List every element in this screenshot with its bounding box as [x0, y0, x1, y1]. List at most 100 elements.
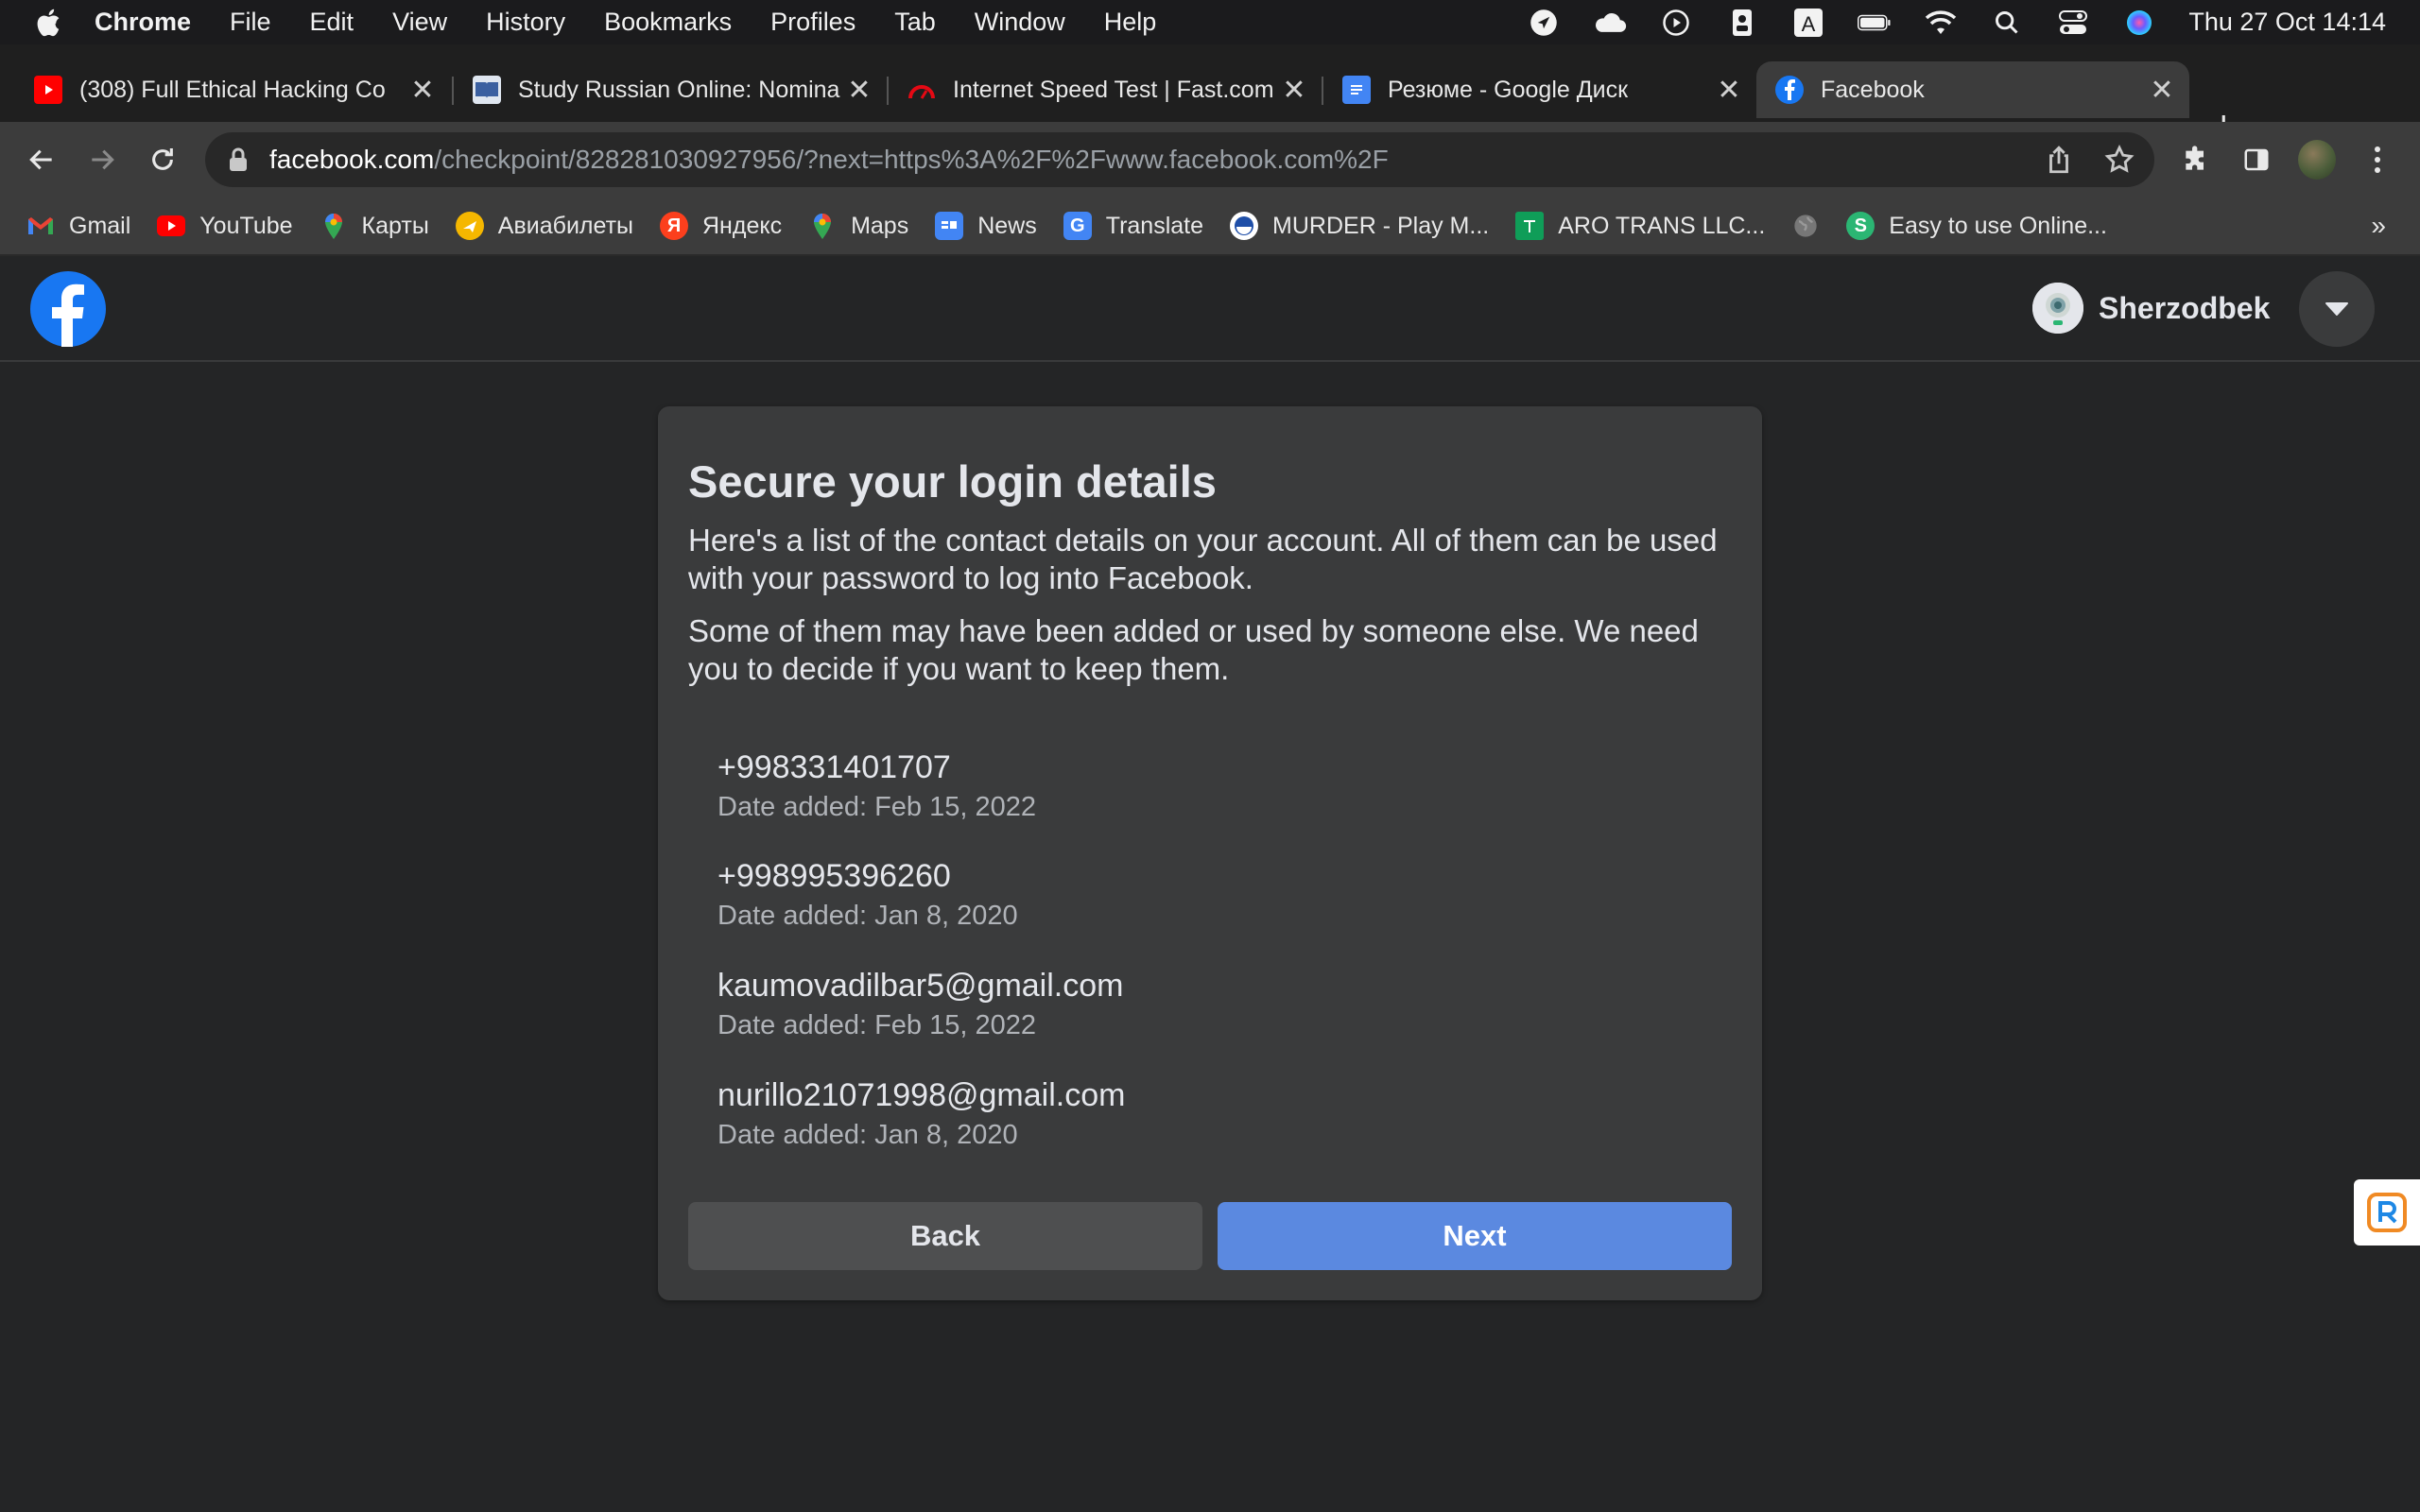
facebook-logo-icon[interactable] [30, 271, 106, 347]
chevron-double-right-icon[interactable]: » [2371, 211, 2386, 241]
sheets-icon [1515, 212, 1545, 240]
play-circle-icon[interactable] [1659, 9, 1693, 37]
bookmark-globe[interactable] [1791, 212, 1820, 240]
close-icon[interactable]: ✕ [845, 75, 873, 106]
apple-icon[interactable] [34, 7, 66, 39]
youtube-icon [157, 215, 186, 236]
browser-toolbar: facebook.com/checkpoint/828281030927956/… [0, 122, 2420, 198]
address-bar[interactable]: facebook.com/checkpoint/828281030927956/… [205, 132, 2154, 187]
url-host: facebook.com [269, 145, 435, 174]
translate-icon: G [1063, 212, 1092, 240]
clock[interactable]: Thu 27 Oct 14:14 [2188, 8, 2386, 37]
next-button[interactable]: Next [1218, 1202, 1732, 1270]
profile-chip[interactable]: Sherzodbek [2032, 281, 2270, 335]
bookmark-easy-online[interactable]: S Easy to use Online... [1846, 212, 2107, 240]
tab-youtube[interactable]: (308) Full Ethical Hacking Co ✕ [15, 61, 450, 118]
tab-fast-com[interactable]: Internet Speed Test | Fast.com ✕ [889, 61, 1322, 118]
bookmark-news[interactable]: News [935, 212, 1037, 240]
wifi-icon[interactable] [1924, 9, 1958, 37]
location-arrow-icon[interactable] [1527, 9, 1561, 37]
contact-value: +998995396260 [717, 858, 951, 894]
contact-item: nurillo21071998@gmail.com Date added: Ja… [717, 1076, 1663, 1153]
lock-icon[interactable] [228, 147, 249, 172]
contact-date: Date added: Feb 15, 2022 [717, 792, 1036, 822]
profile-name: Sherzodbek [2099, 290, 2271, 325]
menu-chrome[interactable]: Chrome [95, 8, 191, 37]
avatar [2298, 140, 2336, 180]
bookmark-label: Easy to use Online... [1889, 212, 2107, 239]
tab-strip: (308) Full Ethical Hacking Co ✕ Study Ru… [0, 44, 2420, 145]
bookmark-youtube[interactable]: YouTube [157, 212, 293, 240]
reload-icon[interactable] [144, 141, 182, 179]
contact-item: kaumovadilbar5@gmail.com Date added: Feb… [717, 967, 1663, 1043]
share-icon[interactable] [2043, 144, 2075, 176]
back-button[interactable]: Back [688, 1202, 1202, 1270]
back-arrow-icon[interactable] [23, 141, 60, 179]
bookmark-aviabilety[interactable]: Авиабилеты [455, 212, 633, 240]
google-news-icon [935, 212, 964, 240]
contact-item: +998995396260 Date added: Jan 8, 2020 [717, 857, 1663, 934]
bookmark-maps[interactable]: Maps [808, 212, 908, 240]
bookmarks-bar: Gmail YouTube Карты Авиабилеты Я Яндекс … [0, 198, 2420, 256]
avatar [2032, 283, 2083, 334]
spotlight-search-icon[interactable] [1990, 9, 2024, 37]
extensions-puzzle-icon[interactable] [2177, 141, 2215, 179]
bookmark-translate[interactable]: G Translate [1063, 212, 1203, 240]
contact-card-icon[interactable] [1725, 9, 1759, 37]
tab-google-drive[interactable]: Резюме - Google Диск ✕ [1323, 61, 1756, 118]
bookmark-star-icon[interactable] [2103, 144, 2135, 176]
aviasales-icon [455, 212, 484, 240]
menu-window[interactable]: Window [975, 8, 1065, 37]
menu-bookmarks[interactable]: Bookmarks [604, 8, 732, 37]
tab-title: Internet Speed Test | Fast.com [953, 76, 1274, 103]
close-icon[interactable]: ✕ [1715, 75, 1743, 106]
contact-date: Date added: Jan 8, 2020 [717, 1120, 1018, 1150]
menu-history[interactable]: History [486, 8, 565, 37]
close-icon[interactable]: ✕ [408, 75, 437, 106]
menu-view[interactable]: View [392, 8, 447, 37]
bookmark-murder[interactable]: MURDER - Play M... [1230, 212, 1489, 240]
battery-icon[interactable] [1858, 9, 1892, 37]
bookmark-gmail[interactable]: Gmail [26, 212, 130, 240]
secure-login-card: Secure your login details Here's a list … [658, 406, 1762, 1300]
floating-extension-widget[interactable] [2354, 1179, 2420, 1246]
bookmark-aro-trans[interactable]: ARO TRANS LLC... [1515, 212, 1765, 240]
menu-help[interactable]: Help [1104, 8, 1157, 37]
menu-edit[interactable]: Edit [310, 8, 354, 37]
omnibox-actions [2043, 144, 2135, 176]
murder-game-icon [1230, 212, 1259, 240]
tab-facebook[interactable]: Facebook ✕ [1756, 61, 2189, 118]
forward-arrow-icon[interactable] [83, 141, 121, 179]
account-menu-button[interactable] [2299, 271, 2375, 347]
bookmark-yandex[interactable]: Я Яндекс [660, 212, 782, 240]
contact-date: Date added: Feb 15, 2022 [717, 1010, 1036, 1040]
kebab-menu-icon[interactable] [2359, 141, 2396, 179]
close-icon[interactable]: ✕ [1280, 75, 1308, 106]
side-panel-icon[interactable] [2238, 141, 2275, 179]
control-center-icon[interactable] [2056, 9, 2090, 37]
menu-tab[interactable]: Tab [894, 8, 936, 37]
contact-value: nurillo21071998@gmail.com [717, 1077, 1126, 1113]
tab-title: (308) Full Ethical Hacking Co [79, 76, 386, 103]
menubar-status-area: A Thu 27 Oct 14:14 [1527, 0, 2386, 44]
tab-study-russian[interactable]: Study Russian Online: Nomina ✕ [454, 61, 887, 118]
input-source-icon[interactable]: A [1791, 8, 1825, 37]
tab-title: Study Russian Online: Nomina [518, 76, 840, 103]
menu-profiles[interactable]: Profiles [770, 8, 856, 37]
globe-icon [1791, 212, 1820, 240]
s-logo-icon: S [1846, 212, 1876, 240]
bookmark-label: ARO TRANS LLC... [1558, 212, 1766, 239]
profile-avatar[interactable] [2298, 140, 2336, 180]
facebook-header: Sherzodbek [0, 256, 2420, 362]
siri-icon[interactable] [2122, 9, 2156, 37]
bookmark-label: Translate [1105, 212, 1204, 239]
google-docs-icon [1342, 76, 1371, 104]
tab-title: Резюме - Google Диск [1388, 76, 1629, 103]
bookmark-label: YouTube [199, 212, 293, 239]
menu-file[interactable]: File [230, 8, 271, 37]
cloud-icon[interactable] [1593, 9, 1627, 37]
url-text[interactable]: facebook.com/checkpoint/828281030927956/… [269, 145, 1389, 175]
close-icon[interactable]: ✕ [2148, 75, 2176, 106]
bookmark-karty[interactable]: Карты [320, 212, 429, 240]
yandex-icon: Я [660, 212, 688, 240]
